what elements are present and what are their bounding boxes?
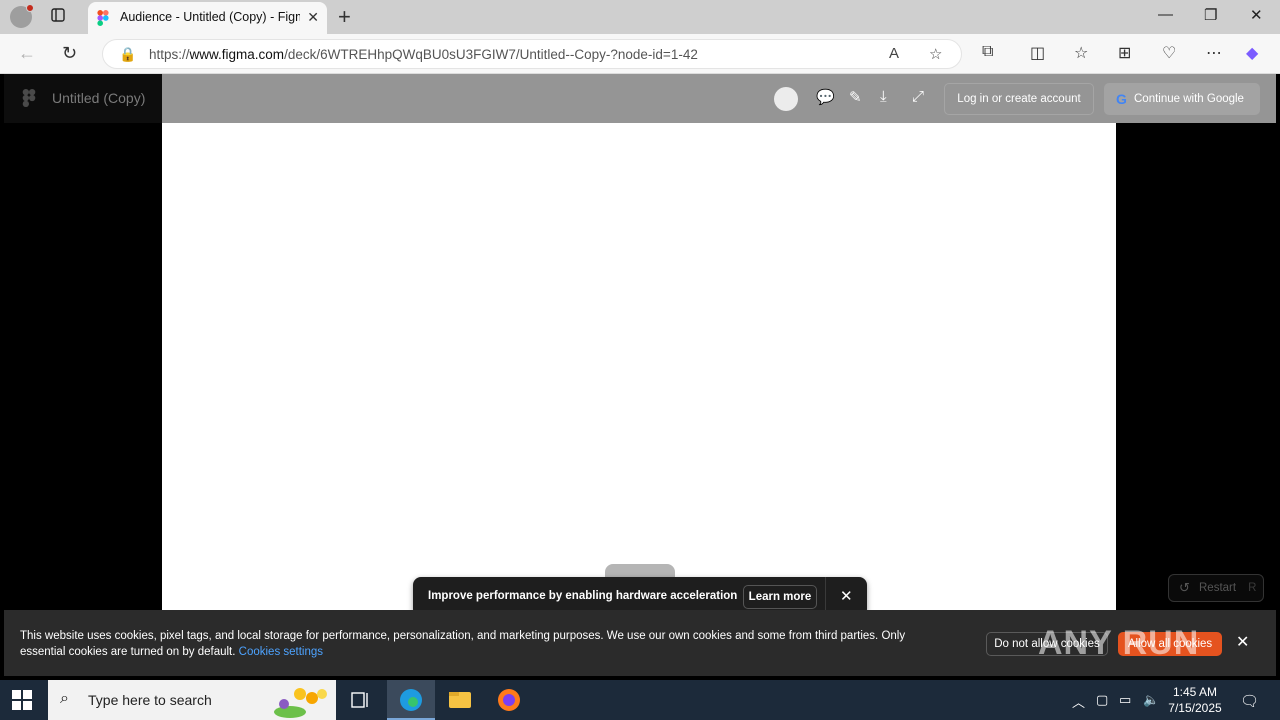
window-close-icon[interactable]: ✕ — [1250, 6, 1263, 24]
learn-more-button[interactable]: Learn more — [743, 585, 817, 609]
back-icon[interactable]: ← — [18, 43, 36, 64]
clock-time: 1:45 AM — [1172, 685, 1218, 699]
browser-tab-active[interactable]: Audience - Untitled (Copy) - Figma ✕ — [88, 2, 327, 34]
site-info-icon[interactable]: 🔒 — [119, 46, 136, 63]
profile-avatar[interactable] — [10, 4, 34, 28]
browser-nav-bar: ← ↻ 🔒 https://www.figma.com/deck/6WTREHh… — [0, 34, 1280, 74]
browser-tab-bar: Audience - Untitled (Copy) - Figma ✕ + —… — [0, 0, 1280, 34]
login-button[interactable]: Log in or create account — [944, 83, 1094, 115]
search-icon: ⌕ — [60, 690, 69, 707]
meet-now-icon[interactable]: ▢ — [1096, 692, 1108, 708]
toast-message: Improve performance by enabling hardware… — [428, 590, 738, 602]
figma-header: Untitled (Copy) 💬 ✎ ⤓ ⤢ Log in or create… — [4, 74, 1276, 123]
browser-essentials-icon[interactable]: ♡ — [1162, 43, 1176, 63]
restart-button[interactable]: ↺ Restart R — [1168, 574, 1264, 602]
figma-header-left: Untitled (Copy) — [4, 74, 162, 123]
google-button-label: Continue with Google — [1134, 93, 1244, 105]
collections-icon[interactable]: ⊞ — [1118, 43, 1131, 63]
fullscreen-icon[interactable]: ⤢ — [912, 88, 924, 105]
clock-date: 7/15/2025 — [1168, 701, 1222, 715]
restart-icon: ↺ — [1179, 580, 1190, 595]
show-hidden-icons-icon[interactable]: ︿ — [1072, 692, 1085, 711]
more-menu-icon[interactable]: ⋯ — [1206, 43, 1222, 63]
user-avatar-icon[interactable] — [774, 87, 798, 111]
cookies-settings-link[interactable]: Cookies settings — [239, 646, 323, 658]
windows-taskbar: ⌕ Type here to search ︿ ▢ ▭ 🔈 1:45 AM 7/… — [0, 680, 1280, 720]
continue-with-google-button[interactable]: G Continue with Google — [1104, 83, 1260, 115]
edge-taskbar-icon[interactable] — [387, 680, 435, 720]
reload-icon[interactable]: ↻ — [62, 43, 77, 64]
cookie-banner: This website uses cookies, pixel tags, a… — [4, 610, 1276, 676]
task-view-icon[interactable] — [336, 680, 384, 720]
document-title[interactable]: Untitled (Copy) — [52, 90, 145, 106]
search-placeholder: Type here to search — [88, 692, 212, 708]
notification-dot — [26, 4, 34, 12]
extensions-icon[interactable]: ⧉ — [982, 43, 993, 61]
volume-icon[interactable]: 🔈 — [1143, 692, 1159, 708]
read-aloud-icon[interactable]: A — [889, 45, 899, 62]
edit-icon[interactable]: ✎ — [849, 88, 862, 106]
google-icon: G — [1116, 91, 1127, 107]
address-bar[interactable]: 🔒 https://www.figma.com/deck/6WTREHhpQWq… — [102, 39, 962, 69]
firefox-icon[interactable] — [485, 680, 533, 720]
allow-cookies-button[interactable]: Allow all cookies — [1118, 632, 1222, 656]
figma-logo-icon[interactable] — [22, 89, 36, 107]
slide-tray-handle[interactable] — [605, 564, 675, 578]
new-tab-icon[interactable]: + — [338, 4, 351, 30]
taskbar-search-box[interactable]: ⌕ Type here to search — [48, 680, 336, 720]
download-icon[interactable]: ⤓ — [880, 88, 887, 105]
cookie-text: This website uses cookies, pixel tags, a… — [20, 630, 906, 658]
file-explorer-icon[interactable] — [436, 680, 484, 720]
network-icon[interactable]: ▭ — [1119, 692, 1131, 708]
tab-title: Audience - Untitled (Copy) - Figma — [120, 10, 300, 24]
url-text[interactable]: https://www.figma.com/deck/6WTREHhpQWqBU… — [149, 47, 698, 62]
restart-shortcut: R — [1248, 582, 1257, 594]
figma-favicon-icon — [97, 10, 109, 26]
tab-actions-icon[interactable] — [50, 7, 70, 27]
notifications-icon[interactable]: 🗨 — [1240, 692, 1259, 710]
restart-label: Restart — [1199, 582, 1237, 594]
taskbar-clock[interactable]: 1:45 AM 7/15/2025 — [1162, 684, 1228, 716]
search-highlight-flowers-icon — [274, 688, 327, 718]
favorite-star-icon[interactable]: ☆ — [929, 45, 942, 63]
restore-icon[interactable]: ❐ — [1204, 6, 1217, 24]
favorites-icon[interactable]: ☆ — [1074, 43, 1088, 63]
tab-close-icon[interactable]: ✕ — [307, 9, 319, 26]
slide-canvas[interactable] — [162, 123, 1116, 610]
windows-start-icon[interactable] — [12, 690, 32, 710]
comment-icon[interactable]: 💬 — [816, 88, 835, 106]
figma-viewer: Untitled (Copy) 💬 ✎ ⤓ ⤢ Log in or create… — [4, 74, 1276, 676]
toast-close-icon[interactable]: ✕ — [840, 587, 853, 605]
split-screen-icon[interactable]: ◫ — [1030, 43, 1045, 63]
copilot-icon[interactable]: ◆ — [1246, 43, 1258, 63]
minimize-icon[interactable]: — — [1158, 6, 1173, 23]
deny-cookies-button[interactable]: Do not allow cookies — [986, 632, 1108, 656]
cookie-close-icon[interactable]: ✕ — [1236, 632, 1249, 652]
